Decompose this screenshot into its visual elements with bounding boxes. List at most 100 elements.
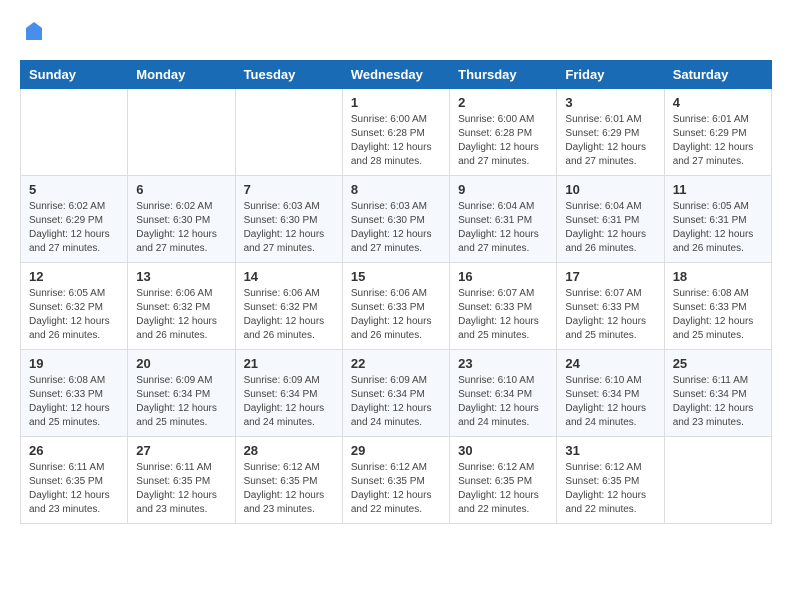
day-info: Sunrise: 6:02 AM Sunset: 6:30 PM Dayligh… [136,200,226,256]
calendar-cell: 19 Sunrise: 6:08 AM Sunset: 6:33 PM Dayli… [21,350,128,437]
calendar-cell: 7 Sunrise: 6:03 AM Sunset: 6:30 PM Daylig… [235,176,342,263]
day-info: Sunrise: 6:07 AM Sunset: 6:33 PM Dayligh… [565,287,655,343]
day-number: 5 [29,182,119,197]
calendar-header-tuesday: Tuesday [235,61,342,89]
day-number: 13 [136,269,226,284]
day-info: Sunrise: 6:09 AM Sunset: 6:34 PM Dayligh… [351,374,441,430]
calendar-header-sunday: Sunday [21,61,128,89]
calendar-cell: 30Sunrise: 6:12 AM Sunset: 6:35 PM Dayli… [450,437,557,524]
day-info: Sunrise: 6:08 AM Sunset: 6:33 PM Dayligh… [29,374,119,430]
day-info: Sunrise: 6:12 AM Sunset: 6:35 PM Dayligh… [351,461,441,517]
calendar-cell: 8 Sunrise: 6:03 AM Sunset: 6:30 PM Daylig… [342,176,449,263]
day-number: 25 [673,356,763,371]
calendar-cell: 6 Sunrise: 6:02 AM Sunset: 6:30 PM Daylig… [128,176,235,263]
calendar-cell: 14Sunrise: 6:06 AM Sunset: 6:32 PM Dayli… [235,263,342,350]
day-info: Sunrise: 6:06 AM Sunset: 6:32 PM Dayligh… [244,287,334,343]
day-number: 15 [351,269,441,284]
day-info: Sunrise: 6:10 AM Sunset: 6:34 PM Dayligh… [565,374,655,430]
calendar-cell: 31 Sunrise: 6:12 AM Sunset: 6:35 PM Dayli… [557,437,664,524]
day-number: 22 [351,356,441,371]
calendar-cell: 5 Sunrise: 6:02 AM Sunset: 6:29 PM Daylig… [21,176,128,263]
calendar-cell: 29 Sunrise: 6:12 AM Sunset: 6:35 PM Dayli… [342,437,449,524]
day-number: 27 [136,443,226,458]
day-number: 8 [351,182,441,197]
day-info: Sunrise: 6:05 AM Sunset: 6:31 PM Dayligh… [673,200,763,256]
calendar-cell [235,89,342,176]
calendar-table: SundayMondayTuesdayWednesdayThursdayFrid… [20,60,772,524]
calendar-cell: 13 Sunrise: 6:06 AM Sunset: 6:32 PM Dayli… [128,263,235,350]
calendar-cell: 4 Sunrise: 6:01 AM Sunset: 6:29 PM Daylig… [664,89,771,176]
day-number: 31 [565,443,655,458]
calendar-cell: 20Sunrise: 6:09 AM Sunset: 6:34 PM Dayli… [128,350,235,437]
day-info: Sunrise: 6:12 AM Sunset: 6:35 PM Dayligh… [244,461,334,517]
calendar-week-row: 12 Sunrise: 6:05 AM Sunset: 6:32 PM Dayli… [21,263,772,350]
day-info: Sunrise: 6:12 AM Sunset: 6:35 PM Dayligh… [565,461,655,517]
day-number: 6 [136,182,226,197]
day-info: Sunrise: 6:00 AM Sunset: 6:28 PM Dayligh… [351,113,441,169]
day-info: Sunrise: 6:06 AM Sunset: 6:33 PM Dayligh… [351,287,441,343]
day-number: 1 [351,95,441,110]
calendar-week-row: 1 Sunrise: 6:00 AM Sunset: 6:28 PM Daylig… [21,89,772,176]
day-number: 19 [29,356,119,371]
calendar-cell: 26 Sunrise: 6:11 AM Sunset: 6:35 PM Dayli… [21,437,128,524]
day-number: 17 [565,269,655,284]
day-number: 2 [458,95,548,110]
calendar-header-monday: Monday [128,61,235,89]
calendar-week-row: 26 Sunrise: 6:11 AM Sunset: 6:35 PM Dayli… [21,437,772,524]
day-number: 21 [244,356,334,371]
day-number: 28 [244,443,334,458]
calendar-cell: 21 Sunrise: 6:09 AM Sunset: 6:34 PM Dayli… [235,350,342,437]
day-info: Sunrise: 6:01 AM Sunset: 6:29 PM Dayligh… [673,113,763,169]
day-info: Sunrise: 6:12 AM Sunset: 6:35 PM Dayligh… [458,461,548,517]
day-number: 20 [136,356,226,371]
day-info: Sunrise: 6:11 AM Sunset: 6:34 PM Dayligh… [673,374,763,430]
page-header [20,20,772,44]
logo-icon [22,20,46,44]
day-info: Sunrise: 6:06 AM Sunset: 6:32 PM Dayligh… [136,287,226,343]
calendar-header-row: SundayMondayTuesdayWednesdayThursdayFrid… [21,61,772,89]
calendar-cell: 28 Sunrise: 6:12 AM Sunset: 6:35 PM Dayli… [235,437,342,524]
day-number: 4 [673,95,763,110]
day-number: 10 [565,182,655,197]
calendar-cell: 25 Sunrise: 6:11 AM Sunset: 6:34 PM Dayli… [664,350,771,437]
day-number: 7 [244,182,334,197]
day-info: Sunrise: 6:03 AM Sunset: 6:30 PM Dayligh… [244,200,334,256]
calendar-cell: 17 Sunrise: 6:07 AM Sunset: 6:33 PM Dayli… [557,263,664,350]
calendar-cell [664,437,771,524]
day-info: Sunrise: 6:02 AM Sunset: 6:29 PM Dayligh… [29,200,119,256]
calendar-header-thursday: Thursday [450,61,557,89]
calendar-cell: 3 Sunrise: 6:01 AM Sunset: 6:29 PM Daylig… [557,89,664,176]
calendar-cell: 15 Sunrise: 6:06 AM Sunset: 6:33 PM Dayli… [342,263,449,350]
day-info: Sunrise: 6:09 AM Sunset: 6:34 PM Dayligh… [244,374,334,430]
calendar-cell: 1 Sunrise: 6:00 AM Sunset: 6:28 PM Daylig… [342,89,449,176]
calendar-cell: 16Sunrise: 6:07 AM Sunset: 6:33 PM Dayli… [450,263,557,350]
day-number: 16 [458,269,548,284]
day-info: Sunrise: 6:11 AM Sunset: 6:35 PM Dayligh… [136,461,226,517]
calendar-cell: 2 Sunrise: 6:00 AM Sunset: 6:28 PM Daylig… [450,89,557,176]
calendar-cell: 24 Sunrise: 6:10 AM Sunset: 6:34 PM Dayli… [557,350,664,437]
day-info: Sunrise: 6:08 AM Sunset: 6:33 PM Dayligh… [673,287,763,343]
day-number: 24 [565,356,655,371]
day-info: Sunrise: 6:03 AM Sunset: 6:30 PM Dayligh… [351,200,441,256]
day-number: 23 [458,356,548,371]
day-number: 29 [351,443,441,458]
day-info: Sunrise: 6:00 AM Sunset: 6:28 PM Dayligh… [458,113,548,169]
calendar-cell [128,89,235,176]
calendar-cell: 10Sunrise: 6:04 AM Sunset: 6:31 PM Dayli… [557,176,664,263]
day-info: Sunrise: 6:10 AM Sunset: 6:34 PM Dayligh… [458,374,548,430]
calendar-cell: 22 Sunrise: 6:09 AM Sunset: 6:34 PM Dayli… [342,350,449,437]
calendar-cell [21,89,128,176]
calendar-header-friday: Friday [557,61,664,89]
day-info: Sunrise: 6:05 AM Sunset: 6:32 PM Dayligh… [29,287,119,343]
day-number: 3 [565,95,655,110]
day-number: 12 [29,269,119,284]
logo [20,20,46,44]
day-number: 26 [29,443,119,458]
calendar-cell: 23 Sunrise: 6:10 AM Sunset: 6:34 PM Dayli… [450,350,557,437]
day-info: Sunrise: 6:11 AM Sunset: 6:35 PM Dayligh… [29,461,119,517]
calendar-cell: 11Sunrise: 6:05 AM Sunset: 6:31 PM Dayli… [664,176,771,263]
calendar-header-wednesday: Wednesday [342,61,449,89]
day-info: Sunrise: 6:01 AM Sunset: 6:29 PM Dayligh… [565,113,655,169]
calendar-week-row: 5 Sunrise: 6:02 AM Sunset: 6:29 PM Daylig… [21,176,772,263]
calendar-header-saturday: Saturday [664,61,771,89]
